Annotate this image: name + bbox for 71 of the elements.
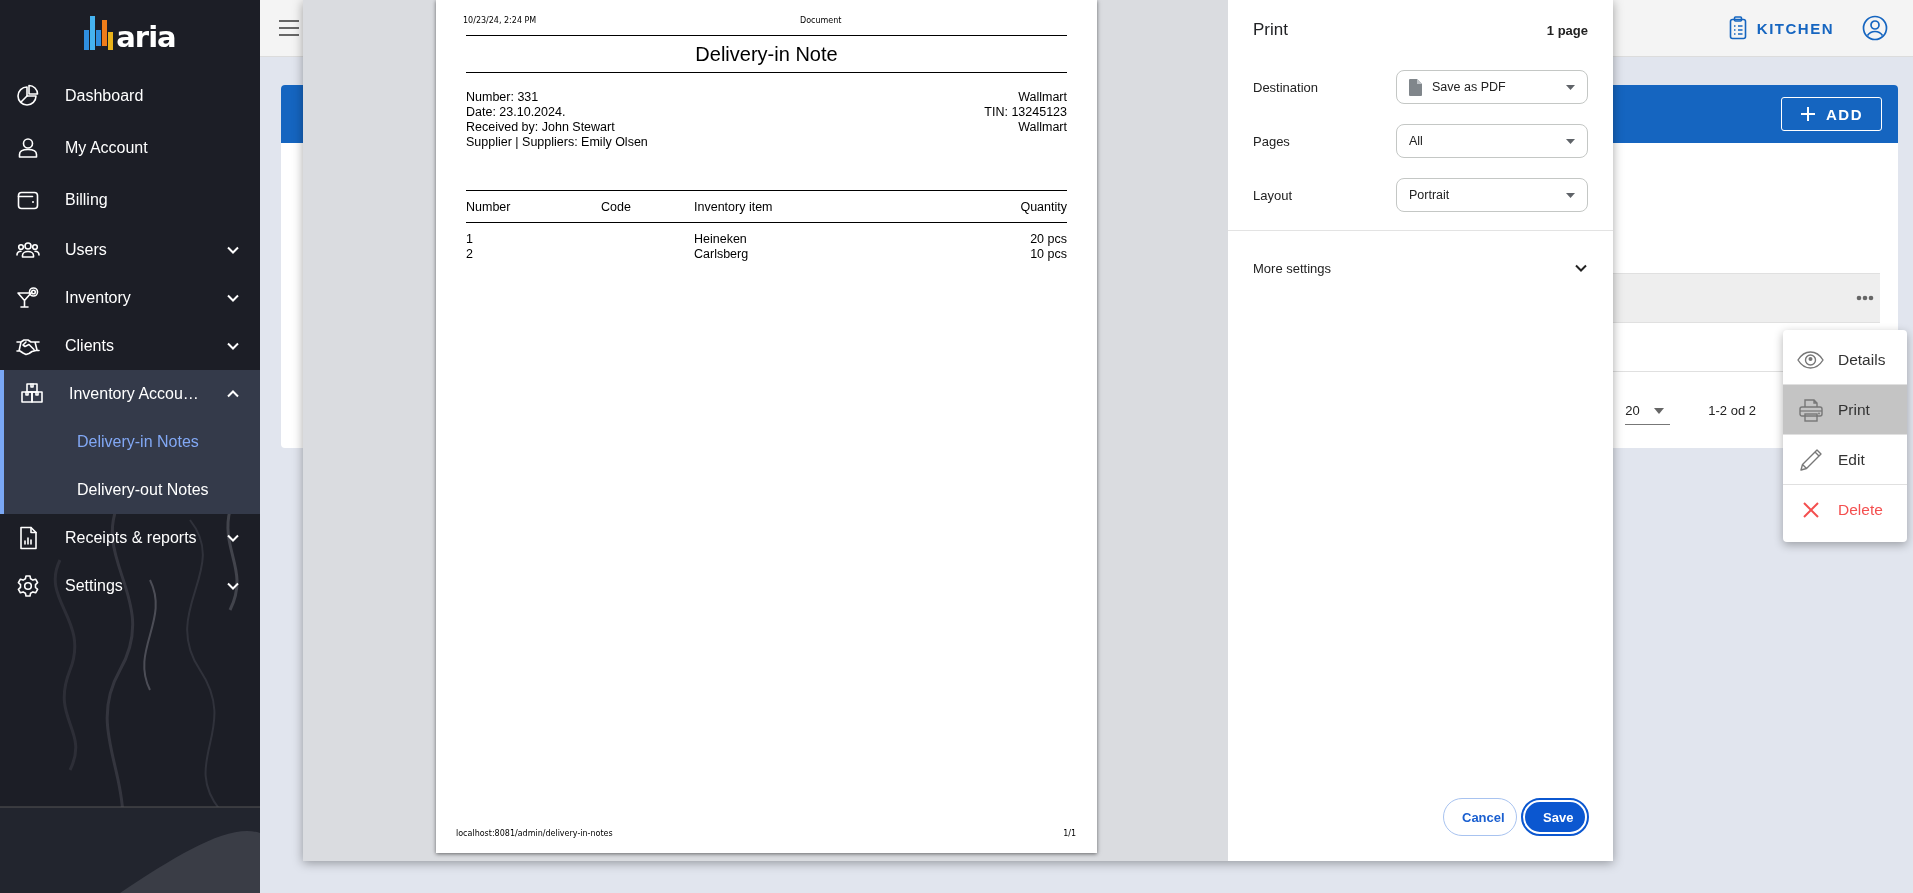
logo-text: aria [116,24,176,50]
more-settings-toggle[interactable]: More settings [1228,231,1613,305]
select-field[interactable]: Save as PDF [1396,70,1588,104]
info-line: Supplier | Suppliers: Emily Olsen [466,135,648,149]
sidebar-item[interactable]: Receipts & reports [0,514,260,562]
pie-chart-icon [16,84,40,108]
account-icon[interactable] [1862,15,1888,41]
table-cell: 2 [466,247,473,261]
page-number: 1/1 [1063,829,1076,838]
more-icon[interactable] [1856,295,1874,301]
pencil-icon [1798,447,1823,472]
menu-item[interactable]: Edit [1783,435,1907,485]
print-title: Print [1253,20,1288,40]
column-header: Number [466,199,511,214]
caret-icon [1566,84,1575,90]
plus-icon [1800,106,1816,122]
info-line: Wallmart [1018,120,1067,134]
sidebar-item[interactable]: Dashboard [0,70,260,122]
printer-icon [1798,397,1823,422]
settings-icon [16,574,40,598]
column-header: Quantity [1020,199,1067,214]
logo-icon [84,16,115,50]
table-cell: 10 pcs [1030,247,1067,261]
save-button[interactable]: Save [1523,800,1587,834]
info-line: Date: 23.10.2024. [466,105,566,119]
table-cell: 1 [466,232,473,246]
page-footer-url: localhost:8081/admin/delivery-in-notes [456,829,613,838]
menu-item[interactable]: Print [1783,385,1907,435]
cocktail-glass-icon [16,286,40,310]
sidebar-item[interactable]: Settings [0,562,260,610]
boxes-icon [20,382,44,406]
caret-icon [1566,192,1575,198]
add-button[interactable]: ADD [1781,97,1882,131]
info-line: TIN: 13245123 [984,105,1067,119]
select-field[interactable]: Portrait [1396,178,1588,212]
sidebar-item[interactable]: Users [0,226,260,274]
column-header: Inventory item [694,199,773,214]
cancel-button[interactable]: Cancel [1443,798,1517,836]
info-line: Number: 331 [466,90,539,104]
document-title: Delivery-in Note [695,42,838,66]
column-header: Code [601,199,631,214]
page-range: 1-2 od 2 [1708,402,1756,418]
sidebar-subitem[interactable]: Delivery-out Notes [0,466,260,514]
user-icon [16,136,40,160]
page-header-date: 10/23/24, 2:24 PM [463,15,537,25]
page-size-select[interactable]: 20 [1625,395,1671,425]
info-line: Received by: John Stewart [466,120,615,134]
table-cell: Carlsberg [694,247,749,261]
sidebar-subitem[interactable]: Delivery-in Notes [0,418,260,466]
field-label: Destination [1253,79,1320,95]
sidebar-item[interactable]: Billing [0,174,260,226]
table-cell: 20 pcs [1030,232,1067,246]
sidebar-item[interactable]: Inventory Accou… [0,370,260,418]
eye-icon [1797,350,1824,369]
select-field[interactable]: All [1396,124,1588,158]
table-cell: Heineken [694,232,747,246]
x-icon [1802,501,1819,518]
sidebar-item[interactable]: Inventory [0,274,260,322]
sidebar-item[interactable]: My Account [0,122,260,174]
page-header-title: Document [800,15,842,25]
location-button[interactable]: KITCHEN [1722,12,1840,44]
caret-icon [1566,138,1575,144]
page-count: 1 page [1546,22,1588,38]
sidebar-item[interactable]: Clients [0,322,260,370]
clipboard-icon [1728,16,1747,40]
file-icon [1409,78,1422,96]
info-line: Wallmart [1018,90,1067,104]
caret-icon [1653,407,1664,414]
menu-icon[interactable] [278,19,300,37]
field-label: Layout [1253,187,1294,203]
field-label: Pages [1253,133,1291,149]
